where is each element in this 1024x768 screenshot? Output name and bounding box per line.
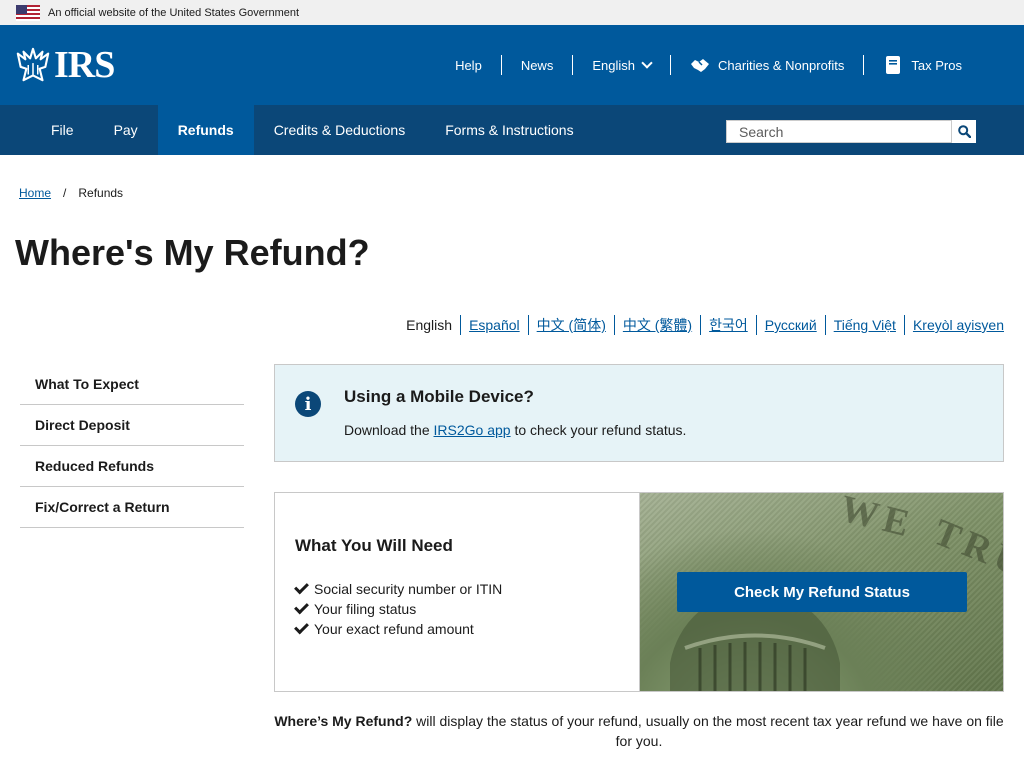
requirements-list: Social security number or ITIN Your fili… (294, 579, 503, 639)
alert-title: Using a Mobile Device? (344, 387, 534, 406)
chevron-down-icon (641, 57, 653, 69)
site-header: IRS Help News English Charities & Nonpro… (0, 25, 1024, 105)
checkmark-icon (294, 599, 309, 615)
sidebar-item-reduced-refunds[interactable]: Reduced Refunds (20, 446, 244, 487)
refund-status-note: Where’s My Refund? will display the stat… (274, 711, 1004, 751)
search-icon (957, 125, 971, 138)
note-bold: Where’s My Refund? (274, 713, 413, 729)
logo-wordmark: IRS (54, 44, 115, 86)
irs-logo[interactable]: IRS (14, 44, 115, 86)
lang-russian[interactable]: Русский (755, 315, 825, 335)
nav-forms-instructions[interactable]: Forms & Instructions (425, 105, 593, 155)
lang-spanish[interactable]: Español (460, 315, 528, 335)
nav-credits-deductions[interactable]: Credits & Deductions (254, 105, 426, 155)
language-dropdown[interactable]: English (572, 55, 670, 75)
requirement-text: Your exact refund amount (314, 621, 474, 637)
list-item: Your exact refund amount (294, 619, 502, 639)
alert-body-prefix: Download the (344, 422, 434, 438)
page-title: Where's My Refund? (15, 232, 370, 273)
help-link[interactable]: Help (436, 55, 501, 75)
main-nav: File Pay Refunds Credits & Deductions Fo… (0, 105, 1024, 155)
tax-pros-link[interactable]: Tax Pros (863, 55, 981, 75)
irs2go-app-link[interactable]: IRS2Go app (434, 422, 511, 438)
search-box (726, 120, 976, 143)
sidebar-item-direct-deposit[interactable]: Direct Deposit (20, 405, 244, 446)
refund-status-card: What You Will Need Social security numbe… (274, 492, 1004, 692)
language-selector: English Español 中文 (简体) 中文 (繁體) 한국어 Русс… (398, 315, 1004, 335)
search-button[interactable] (952, 120, 976, 143)
checkmark-icon (294, 619, 309, 635)
tax-pros-label: Tax Pros (911, 57, 962, 73)
list-item: Your filing status (294, 599, 502, 619)
list-item: Social security number or ITIN (294, 579, 503, 599)
book-icon (886, 56, 901, 74)
lang-haitian-creole[interactable]: Kreyòl ayisyen (903, 315, 1004, 335)
breadcrumb-current: Refunds (78, 186, 124, 200)
info-icon: i (295, 391, 321, 417)
lang-vietnamese[interactable]: Tiếng Việt (824, 315, 904, 335)
alert-body: Download the IRS2Go app to check your re… (344, 422, 686, 438)
lang-chinese-traditional[interactable]: 中文 (繁體) (613, 315, 700, 335)
requirement-text: Your filing status (314, 601, 417, 617)
sidebar-item-what-to-expect[interactable]: What To Expect (20, 364, 244, 405)
capitol-money-image: WE TRU Check My Refund Status (640, 493, 1003, 691)
requirement-text: Social security number or ITIN (314, 581, 503, 597)
gov-banner-text: An official website of the United States… (48, 6, 300, 19)
nav-refunds[interactable]: Refunds (157, 105, 254, 155)
mobile-device-alert: i Using a Mobile Device? Download the IR… (274, 364, 1004, 462)
sidebar-nav: What To Expect Direct Deposit Reduced Re… (20, 364, 244, 528)
note-text: will display the status of your refund, … (412, 713, 1004, 749)
utility-nav: Help News English Charities & Nonprofits… (436, 25, 981, 105)
lang-english: English (406, 317, 453, 333)
checkmark-icon (294, 579, 309, 595)
charities-link[interactable]: Charities & Nonprofits (669, 55, 863, 75)
check-refund-status-button[interactable]: Check My Refund Status (677, 572, 967, 612)
charities-label: Charities & Nonprofits (717, 57, 845, 73)
nav-file[interactable]: File (31, 105, 94, 155)
language-dropdown-label: English (592, 57, 635, 73)
alert-body-suffix: to check your refund status. (510, 422, 687, 438)
breadcrumb-separator: / (63, 186, 67, 200)
eagle-icon (16, 47, 50, 82)
currency-text-we: WE (836, 493, 920, 547)
search-input[interactable] (726, 120, 952, 143)
requirements-title: What You Will Need (295, 536, 453, 555)
sidebar-item-fix-correct-return[interactable]: Fix/Correct a Return (20, 487, 244, 528)
breadcrumb: Home / Refunds (19, 186, 123, 200)
breadcrumb-home[interactable]: Home (19, 186, 51, 200)
nav-pay[interactable]: Pay (94, 105, 158, 155)
lang-korean[interactable]: 한국어 (700, 315, 756, 335)
requirements-panel: What You Will Need Social security numbe… (275, 493, 640, 691)
us-flag-icon (16, 4, 40, 21)
gov-banner: An official website of the United States… (0, 0, 1024, 25)
lang-chinese-simplified[interactable]: 中文 (简体) (527, 315, 614, 335)
handshake-icon (690, 59, 709, 72)
news-link[interactable]: News (500, 55, 573, 75)
